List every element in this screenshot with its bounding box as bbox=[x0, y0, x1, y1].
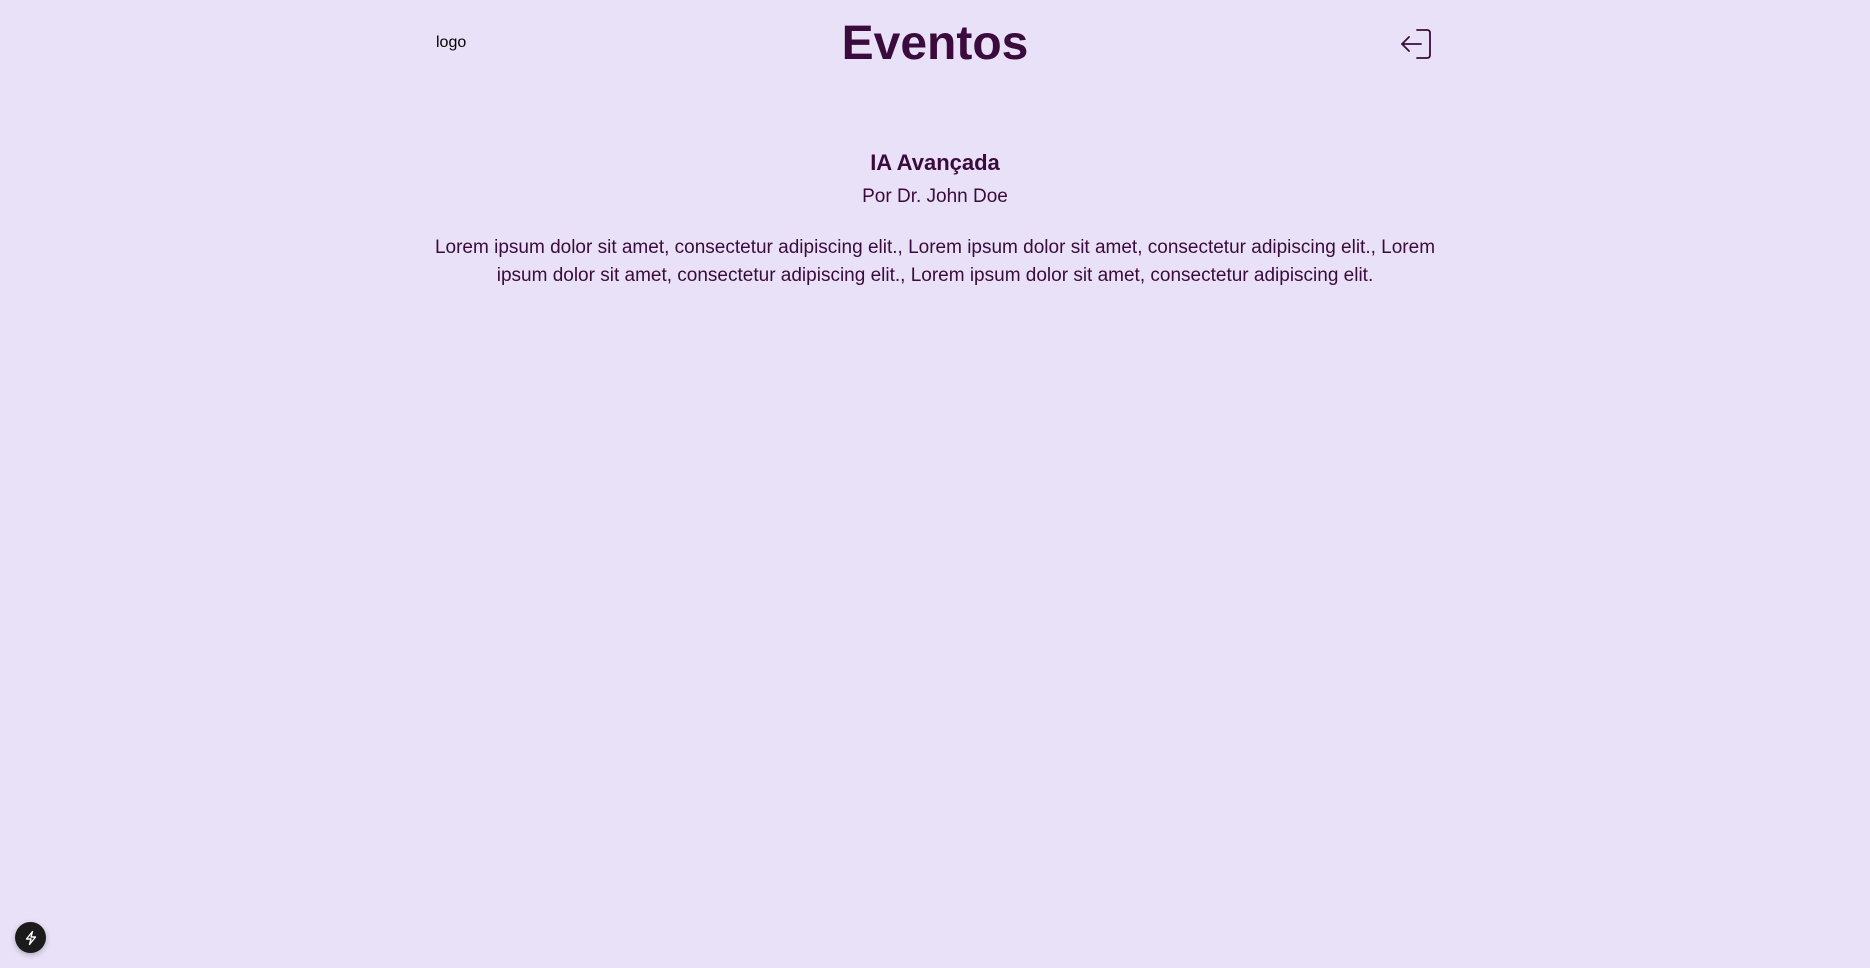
event-title: IA Avançada bbox=[870, 150, 1000, 175]
header: logo Eventos bbox=[0, 0, 1870, 90]
event-author: Por Dr. John Doe bbox=[862, 186, 1008, 207]
events-page: logo Eventos IA Avançada Por Dr. John Do… bbox=[0, 0, 1870, 968]
event-description: Lorem ipsum dolor sit amet, consectetur … bbox=[434, 237, 1436, 286]
logout-button[interactable] bbox=[1396, 24, 1436, 64]
logout-arrow-icon bbox=[1401, 29, 1431, 59]
lightning-bolt-icon bbox=[25, 930, 36, 945]
dev-tools-button[interactable] bbox=[15, 922, 46, 953]
page-title: Eventos bbox=[841, 17, 1029, 70]
event-details: IA Avançada Por Dr. John Doe Lorem ipsum… bbox=[420, 146, 1450, 290]
